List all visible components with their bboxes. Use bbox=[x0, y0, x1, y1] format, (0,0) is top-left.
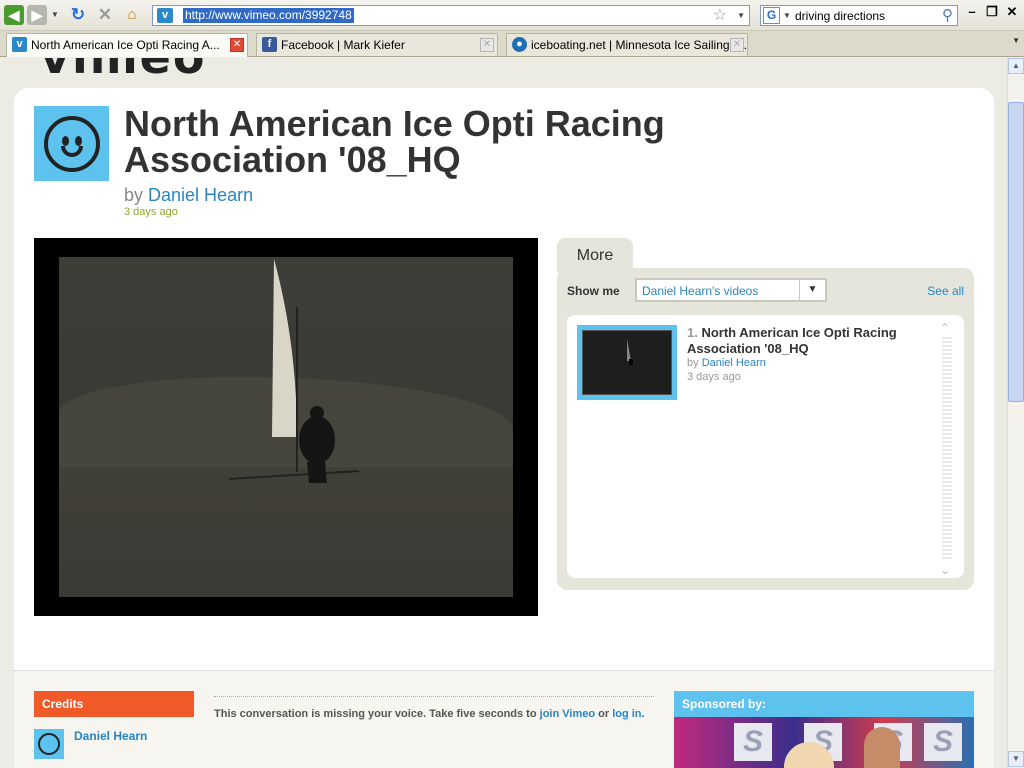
tab-label: iceboating.net | Minnesota Ice Sailing A… bbox=[531, 38, 748, 52]
minimize-icon[interactable]: – bbox=[964, 4, 980, 24]
close-tab-icon[interactable]: ✕ bbox=[730, 38, 744, 52]
vimeo-icon: v bbox=[12, 37, 27, 52]
list-item-byline: by Daniel Hearn bbox=[687, 357, 766, 369]
engine-dropdown-icon[interactable]: ▼ bbox=[783, 6, 791, 25]
list-item-age: 3 days ago bbox=[687, 371, 741, 383]
tab-facebook[interactable]: f Facebook | Mark Kiefer ✕ bbox=[256, 33, 498, 56]
tab-iceboating[interactable]: ● iceboating.net | Minnesota Ice Sailing… bbox=[506, 33, 748, 56]
url-dropdown-icon[interactable]: ▼ bbox=[737, 6, 745, 25]
home-icon[interactable]: ⌂ bbox=[122, 5, 142, 25]
address-bar[interactable]: v http://www.vimeo.com/3992748 ☆ ▼ bbox=[152, 5, 750, 26]
close-tab-icon[interactable]: ✕ bbox=[230, 38, 244, 52]
window-controls: – ❐ ✕ bbox=[964, 4, 1020, 24]
facebook-icon: f bbox=[262, 37, 277, 52]
scroll-up-arrow-icon[interactable]: ▲ bbox=[1008, 58, 1024, 74]
page-scrollbar[interactable]: ▲ ▼ bbox=[1007, 58, 1024, 768]
vimeo-logo-icon[interactable]: vimeo bbox=[40, 58, 207, 84]
tab-vimeo[interactable]: v North American Ice Opti Racing A... ✕ bbox=[6, 33, 248, 57]
conversation-prompt: This conversation is missing your voice.… bbox=[214, 696, 654, 721]
search-bar[interactable]: G ▼ driving directions ⚲ bbox=[760, 5, 958, 26]
scrollbar-thumb[interactable] bbox=[1008, 102, 1024, 402]
login-link[interactable]: log in bbox=[612, 708, 641, 720]
chevron-up-icon[interactable]: ⌃ bbox=[940, 321, 950, 335]
user-avatar[interactable] bbox=[34, 106, 109, 181]
credits-heading: Credits bbox=[34, 691, 194, 717]
list-scrollbar[interactable]: ⌃ ⌄ bbox=[940, 321, 952, 577]
footer-section: Credits Daniel Hearn This conversation i… bbox=[14, 671, 994, 768]
bookmark-star-icon[interactable]: ☆ bbox=[713, 6, 727, 25]
back-arrow-icon[interactable]: ◀ bbox=[4, 5, 24, 25]
list-item-author-link[interactable]: Daniel Hearn bbox=[702, 357, 766, 369]
google-search-engine-icon[interactable]: G bbox=[763, 7, 780, 24]
scroll-down-arrow-icon[interactable]: ▼ bbox=[1008, 751, 1024, 767]
select-value: Daniel Hearn's videos bbox=[642, 284, 759, 298]
tab-label: Facebook | Mark Kiefer bbox=[281, 38, 405, 52]
video-page-card: North American Ice Opti Racing Associati… bbox=[14, 88, 994, 768]
browser-toolbar: ◀ ▶ ▼ ↻ ✕ ⌂ v http://www.vimeo.com/39927… bbox=[0, 0, 1024, 31]
restore-icon[interactable]: ❐ bbox=[984, 4, 1000, 24]
more-panel: Show me Daniel Hearn's videos ▼ See all bbox=[557, 268, 974, 590]
drupal-icon: ● bbox=[512, 37, 527, 52]
history-dropdown-icon[interactable]: ▼ bbox=[50, 5, 60, 25]
video-thumbnail[interactable] bbox=[577, 325, 677, 400]
search-icon[interactable]: ⚲ bbox=[942, 6, 953, 25]
site-favicon-icon: v bbox=[157, 8, 173, 23]
page-viewport: vimeo North American Ice Opti Racing Ass… bbox=[0, 58, 1007, 768]
author-link[interactable]: Daniel Hearn bbox=[148, 185, 253, 205]
tab-label: North American Ice Opti Racing A... bbox=[31, 38, 220, 52]
close-tab-icon[interactable]: ✕ bbox=[480, 38, 494, 52]
tab-bar: v North American Ice Opti Racing A... ✕ … bbox=[0, 31, 1024, 57]
smiley-face-icon bbox=[38, 733, 60, 755]
by-prefix: by bbox=[124, 185, 144, 205]
tab-more[interactable]: More bbox=[557, 238, 633, 272]
iceboat-silhouette-icon bbox=[228, 259, 360, 483]
url-text[interactable]: http://www.vimeo.com/3992748 bbox=[183, 8, 354, 23]
join-vimeo-link[interactable]: join Vimeo bbox=[540, 708, 595, 720]
video-age: 3 days ago bbox=[124, 206, 178, 218]
show-me-select[interactable]: Daniel Hearn's videos ▼ bbox=[635, 278, 827, 302]
sponsor-heading: Sponsored by: bbox=[674, 691, 974, 717]
refresh-icon[interactable]: ↻ bbox=[68, 5, 88, 25]
close-window-icon[interactable]: ✕ bbox=[1004, 4, 1020, 24]
video-title: North American Ice Opti Racing Associati… bbox=[124, 103, 665, 180]
see-all-link[interactable]: See all bbox=[927, 284, 964, 298]
chevron-down-icon[interactable]: ⌄ bbox=[940, 563, 950, 577]
video-player[interactable] bbox=[34, 238, 538, 616]
forward-arrow-icon[interactable]: ▶ bbox=[27, 5, 47, 25]
video-frame[interactable] bbox=[59, 257, 513, 597]
show-me-label: Show me bbox=[567, 284, 620, 298]
video-list: 1. North American Ice Opti Racing Associ… bbox=[567, 315, 964, 578]
credit-name-link[interactable]: Daniel Hearn bbox=[74, 729, 147, 743]
video-byline: by Daniel Hearn bbox=[124, 185, 253, 206]
tab-list-dropdown-icon[interactable]: ▼ bbox=[1012, 36, 1020, 45]
stop-icon[interactable]: ✕ bbox=[95, 5, 115, 25]
credit-avatar[interactable] bbox=[34, 729, 64, 759]
list-item-title[interactable]: 1. North American Ice Opti Racing Associ… bbox=[687, 325, 937, 357]
chevron-down-icon[interactable]: ▼ bbox=[799, 280, 825, 300]
search-input[interactable]: driving directions bbox=[795, 9, 885, 23]
iceboat-thumbnail-icon bbox=[627, 339, 633, 365]
smiley-face-icon bbox=[43, 115, 100, 172]
sponsor-ad-image[interactable]: S S S S bbox=[674, 717, 974, 768]
